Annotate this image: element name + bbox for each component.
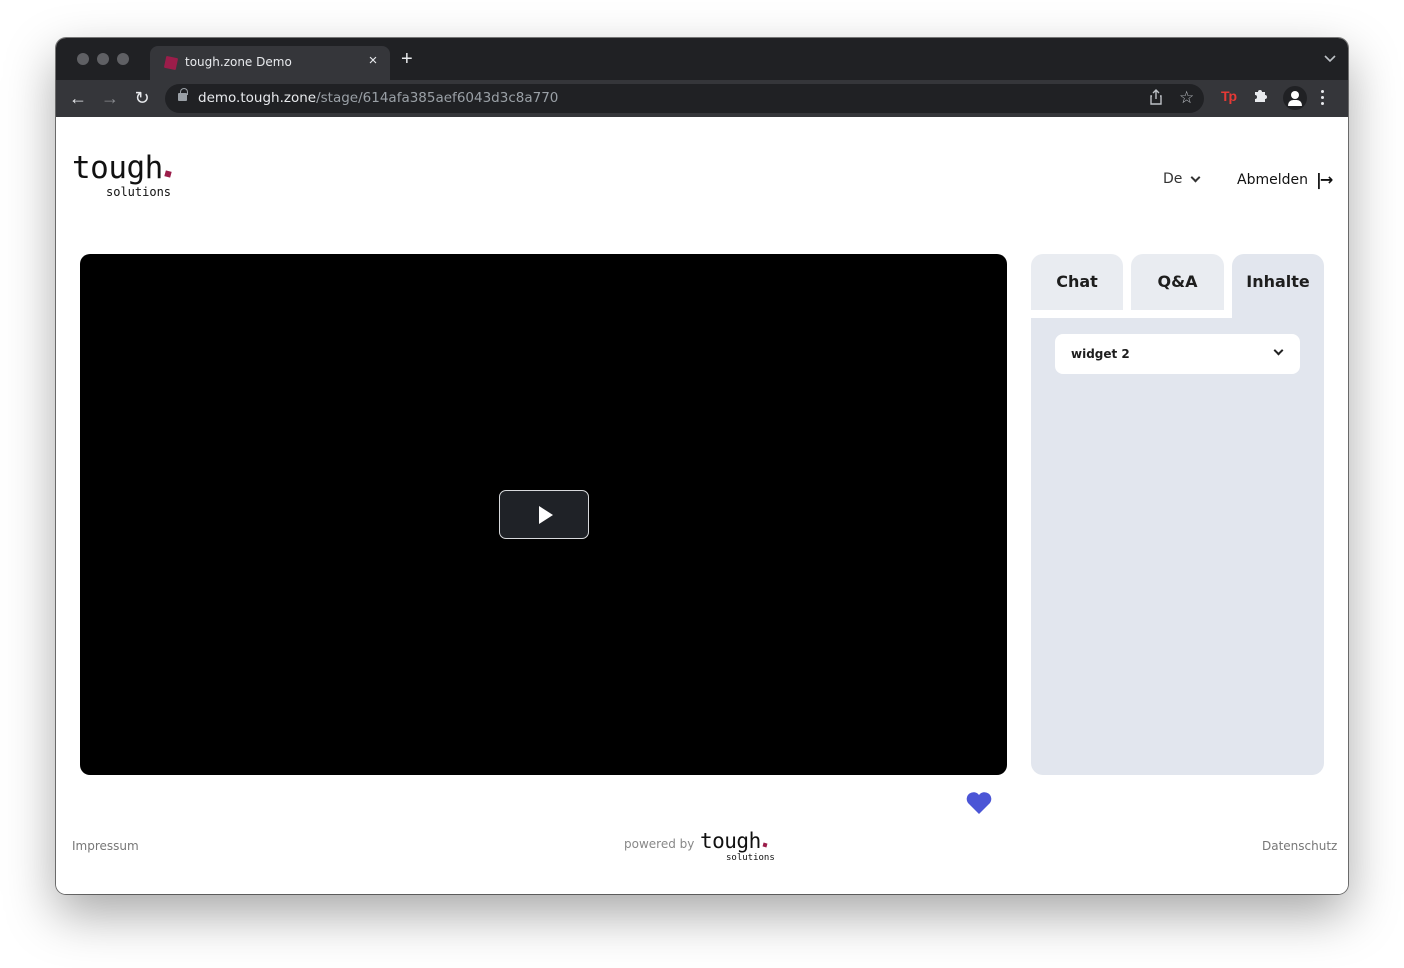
favicon-icon (163, 55, 179, 71)
extension-tp-icon[interactable]: Tp (1221, 88, 1237, 104)
maximize-window-button[interactable] (117, 53, 129, 65)
extensions-puzzle-icon[interactable] (1253, 88, 1268, 107)
tab-search-chevron-icon[interactable] (1324, 52, 1336, 66)
browser-toolbar: ← → ↻ demo.tough.zone/stage/614afa385aef… (56, 80, 1348, 117)
logout-icon: |→ (1315, 170, 1333, 189)
logo-dot-icon (762, 842, 768, 848)
browser-window: tough.zone Demo × + ← → ↻ demo.tough.zon… (56, 38, 1348, 894)
page-content: tough solutions De Abmelden |→ Chat Q&A … (56, 117, 1348, 894)
lock-icon (178, 88, 188, 101)
site-logo[interactable]: tough solutions (72, 151, 172, 199)
datenschutz-link[interactable]: Datenschutz (1262, 839, 1337, 853)
url-text: demo.tough.zone/stage/614afa385aef6043d3… (198, 90, 559, 106)
sidebar-panel: Chat Q&A Inhalte widget 2 (1031, 254, 1324, 775)
footer-logo: tough solutions (700, 829, 775, 863)
language-select[interactable]: De (1163, 171, 1201, 187)
reload-button[interactable]: ↻ (131, 87, 153, 109)
browser-tab[interactable]: tough.zone Demo × (150, 46, 390, 80)
tab-inhalte[interactable]: Inhalte (1232, 254, 1324, 318)
bookmark-star-icon[interactable]: ☆ (1179, 88, 1194, 108)
close-window-button[interactable] (77, 53, 89, 65)
heart-icon (966, 792, 992, 814)
chevron-down-icon (1190, 172, 1201, 182)
tab-chat[interactable]: Chat (1031, 254, 1123, 310)
back-button[interactable]: ← (67, 87, 89, 109)
address-bar[interactable]: demo.tough.zone/stage/614afa385aef6043d3… (165, 84, 1204, 113)
video-player[interactable] (80, 254, 1007, 775)
profile-avatar-icon[interactable] (1283, 86, 1307, 110)
minimize-window-button[interactable] (97, 53, 109, 65)
share-icon[interactable] (1149, 89, 1163, 109)
browser-menu-icon[interactable] (1321, 90, 1325, 108)
close-tab-icon[interactable]: × (364, 52, 382, 69)
language-value: De (1163, 171, 1183, 187)
play-button[interactable] (499, 490, 589, 539)
powered-by-label: powered by (624, 837, 695, 851)
heart-reaction-button[interactable] (965, 790, 993, 816)
widget-select[interactable]: widget 2 (1055, 334, 1300, 374)
logout-label: Abmelden (1237, 171, 1308, 188)
tab-title: tough.zone Demo (185, 55, 292, 69)
new-tab-button[interactable]: + (401, 49, 413, 69)
impressum-link[interactable]: Impressum (72, 839, 139, 853)
tab-strip: tough.zone Demo × + (56, 38, 1348, 80)
chevron-down-icon (1273, 345, 1284, 356)
logout-button[interactable]: Abmelden |→ (1237, 170, 1333, 189)
widget-select-value: widget 2 (1071, 347, 1130, 361)
forward-button[interactable]: → (99, 87, 121, 109)
tab-qa[interactable]: Q&A (1131, 254, 1224, 310)
logo-dot-icon (164, 170, 172, 178)
inhalte-panel: widget 2 (1031, 318, 1324, 775)
